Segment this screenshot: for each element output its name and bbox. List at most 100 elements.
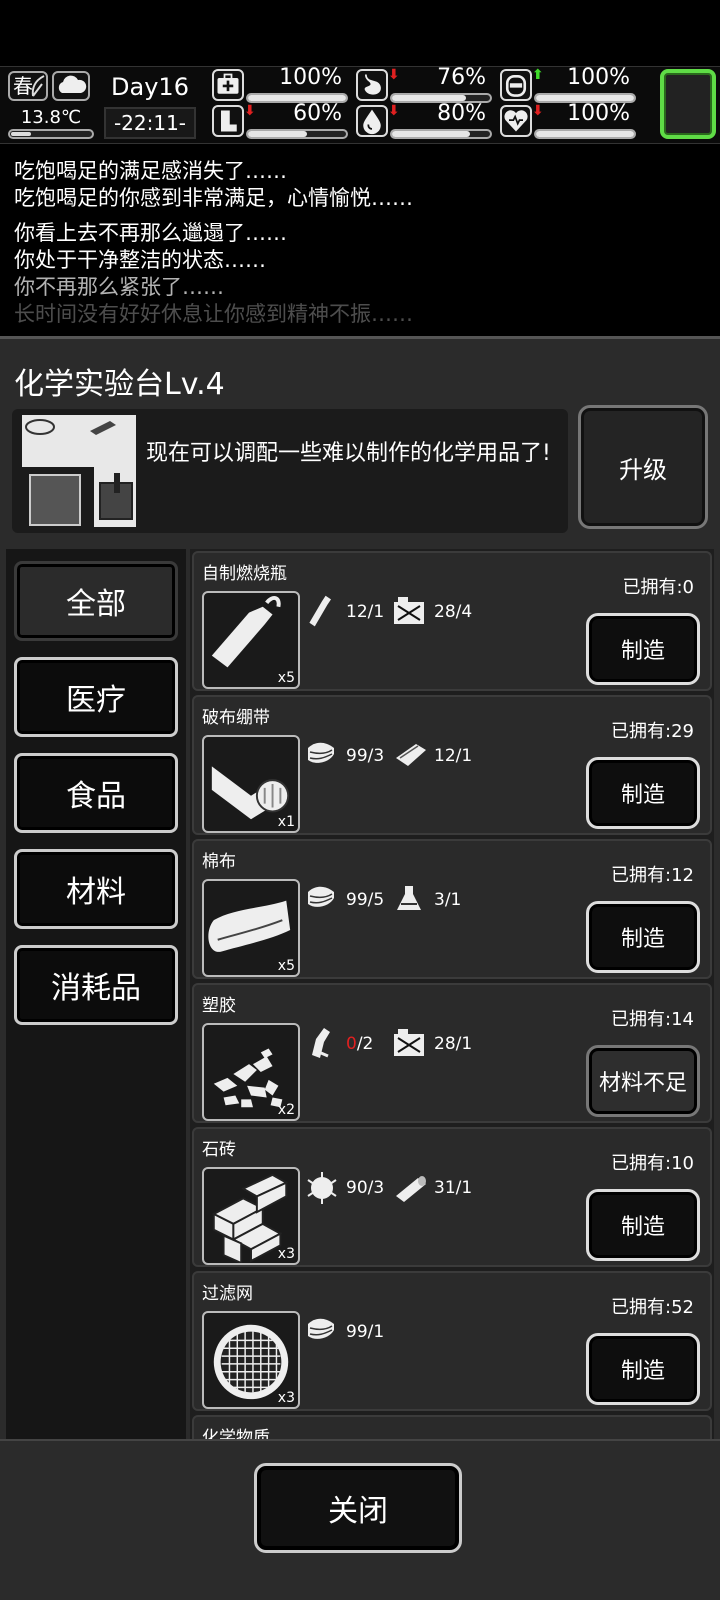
stat-bar <box>246 129 348 139</box>
fiber-icon <box>307 1172 337 1204</box>
recipe-card: 棉布 x5 99/5 3/1 已拥有:12 制造 <box>192 839 712 979</box>
stat-stomach: ⬇ 76% <box>356 65 500 105</box>
ingredient-icon-wrap <box>392 594 428 630</box>
rag-icon <box>308 1318 334 1339</box>
feather-icon <box>31 75 45 97</box>
craft-button[interactable]: 制造 <box>586 757 700 829</box>
category-tab-1[interactable]: 医疗 <box>14 657 178 737</box>
yield-qty: x1 <box>277 814 295 830</box>
event-log: 吃饱喝足的满足感消失了…… 吃饱喝足的你感到非常满足，心情愉悦…… 你看上去不再那么… <box>14 158 714 328</box>
ingredient: 12/1 <box>304 593 384 631</box>
log-line: 长时间没有好好休息让你感到精神不振…… <box>14 302 413 326</box>
ingredient-have: 28 <box>434 1034 456 1054</box>
craft-button[interactable]: 制造 <box>586 613 700 685</box>
flask-icon <box>397 886 421 910</box>
category-tab-4[interactable]: 消耗品 <box>14 945 178 1025</box>
ingredient-have: 99 <box>346 1322 368 1342</box>
upgrade-button[interactable]: 升级 <box>578 405 708 529</box>
recipe-name: 自制燃烧瓶 <box>202 564 287 584</box>
owned-count: 已拥有:10 <box>611 1153 694 1174</box>
owned-count: 已拥有:52 <box>611 1297 694 1318</box>
stat-boot: ⬇ 60% <box>212 101 356 141</box>
gas-can-icon <box>394 597 424 624</box>
ingredient-need: /1 <box>455 1178 473 1198</box>
log-line: 你不再那么紧张了…… <box>14 275 224 299</box>
season-badge: 春 <box>8 71 48 101</box>
recipe-icon-box: x1 <box>202 735 300 833</box>
yield-qty: x2 <box>277 1102 295 1118</box>
craft-button[interactable]: 材料不足 <box>586 1045 700 1117</box>
yield-qty: x3 <box>277 1390 295 1406</box>
stat-bladder: ⬆ 100% <box>500 65 644 105</box>
ingredient-have: 90 <box>346 1178 368 1198</box>
weather-badge <box>52 71 90 101</box>
recipe-card: 塑胶 x2 0/2 28/1 已拥有:14 材料不足 <box>192 983 712 1123</box>
stat-bar <box>534 129 636 139</box>
recipe-icon-box: x5 <box>202 879 300 977</box>
ingredient-icon-wrap <box>392 1170 428 1206</box>
craft-button[interactable]: 制造 <box>586 901 700 973</box>
recipe-name: 塑胶 <box>202 996 236 1016</box>
ingredient-have: 99 <box>346 746 368 766</box>
category-tab-3[interactable]: 材料 <box>14 849 178 929</box>
rag-icon <box>308 886 334 907</box>
recipe-name: 石砖 <box>202 1140 236 1160</box>
equipped-slot[interactable] <box>660 69 716 139</box>
ingredient: 90/3 <box>304 1169 384 1207</box>
ingredient-icon-wrap <box>304 1170 340 1206</box>
ingredient-have: 12 <box>434 746 456 766</box>
bench-info: 现在可以调配一些难以制作的化学用品了! <box>12 409 568 533</box>
ingredient: 99/3 <box>304 737 384 775</box>
ingredient-need: /4 <box>455 602 473 622</box>
ingredient: 12/1 <box>392 737 472 775</box>
ingredient: 0/2 <box>304 1025 373 1063</box>
owned-count: 已拥有:14 <box>611 1009 694 1030</box>
bench-title: 化学实验台Lv.4 <box>14 367 225 402</box>
recipe-icon-box: x3 <box>202 1167 300 1265</box>
ingredient-need: /1 <box>367 602 385 622</box>
ingredient-have: 31 <box>434 1178 456 1198</box>
chemistry-bench-icon <box>20 413 138 529</box>
ingredient-have: 0 <box>346 1034 357 1054</box>
ingredient-icon-wrap <box>392 882 428 918</box>
ingredient-icon-wrap <box>392 738 428 774</box>
close-button[interactable]: 关闭 <box>254 1463 462 1553</box>
day-counter: Day16 <box>111 73 189 101</box>
bottom-bar: 关闭 <box>0 1439 720 1600</box>
ingredient: 99/1 <box>304 1313 384 1351</box>
temperature-gauge <box>8 129 94 139</box>
ingredient: 99/5 <box>304 881 384 919</box>
stat-value: 100% <box>279 65 342 90</box>
yield-qty: x5 <box>277 958 295 974</box>
ingredient: 28/4 <box>392 593 472 631</box>
craft-button[interactable]: 制造 <box>586 1189 700 1261</box>
category-tab-0[interactable]: 全部 <box>14 561 178 641</box>
ingredient-have: 99 <box>346 890 368 910</box>
stat-value: 100% <box>567 101 630 126</box>
cloud-icon <box>58 75 87 93</box>
ingredient-icon-wrap <box>304 1314 340 1350</box>
stat-bar-fill <box>536 131 634 137</box>
plastic-bottle-icon <box>312 1028 330 1058</box>
ingredient: 3/1 <box>392 881 461 919</box>
log-line: 吃饱喝足的满足感消失了…… <box>14 159 287 183</box>
ingredient-have: 12 <box>346 602 368 622</box>
ingredient-icon-wrap <box>304 1026 340 1062</box>
category-tab-2[interactable]: 食品 <box>14 753 178 833</box>
stat-value: 100% <box>567 65 630 90</box>
craft-button[interactable]: 制造 <box>586 1333 700 1405</box>
ingredient-need: /2 <box>356 1034 374 1054</box>
category-sidebar: 全部医疗食品材料消耗品 <box>6 549 186 1447</box>
ingredient-have: 28 <box>434 602 456 622</box>
ingredient: 31/1 <box>392 1169 472 1207</box>
stat-water-drop: ⬇ 80% <box>356 101 500 141</box>
ingredient-need: /3 <box>367 1178 385 1198</box>
temperature-gauge-fill <box>11 132 31 136</box>
recipe-icon-box: x3 <box>202 1311 300 1409</box>
ingredient-icon-wrap <box>304 738 340 774</box>
rag-icon <box>308 742 334 763</box>
yield-qty: x5 <box>277 670 295 686</box>
ingredient-need: /1 <box>444 890 462 910</box>
ingredient-need: /1 <box>455 1034 473 1054</box>
recipe-list[interactable]: 自制燃烧瓶 x5 12/1 28/4 已拥有:0 制造 破布绷带 x1 99/3… <box>190 549 714 1447</box>
